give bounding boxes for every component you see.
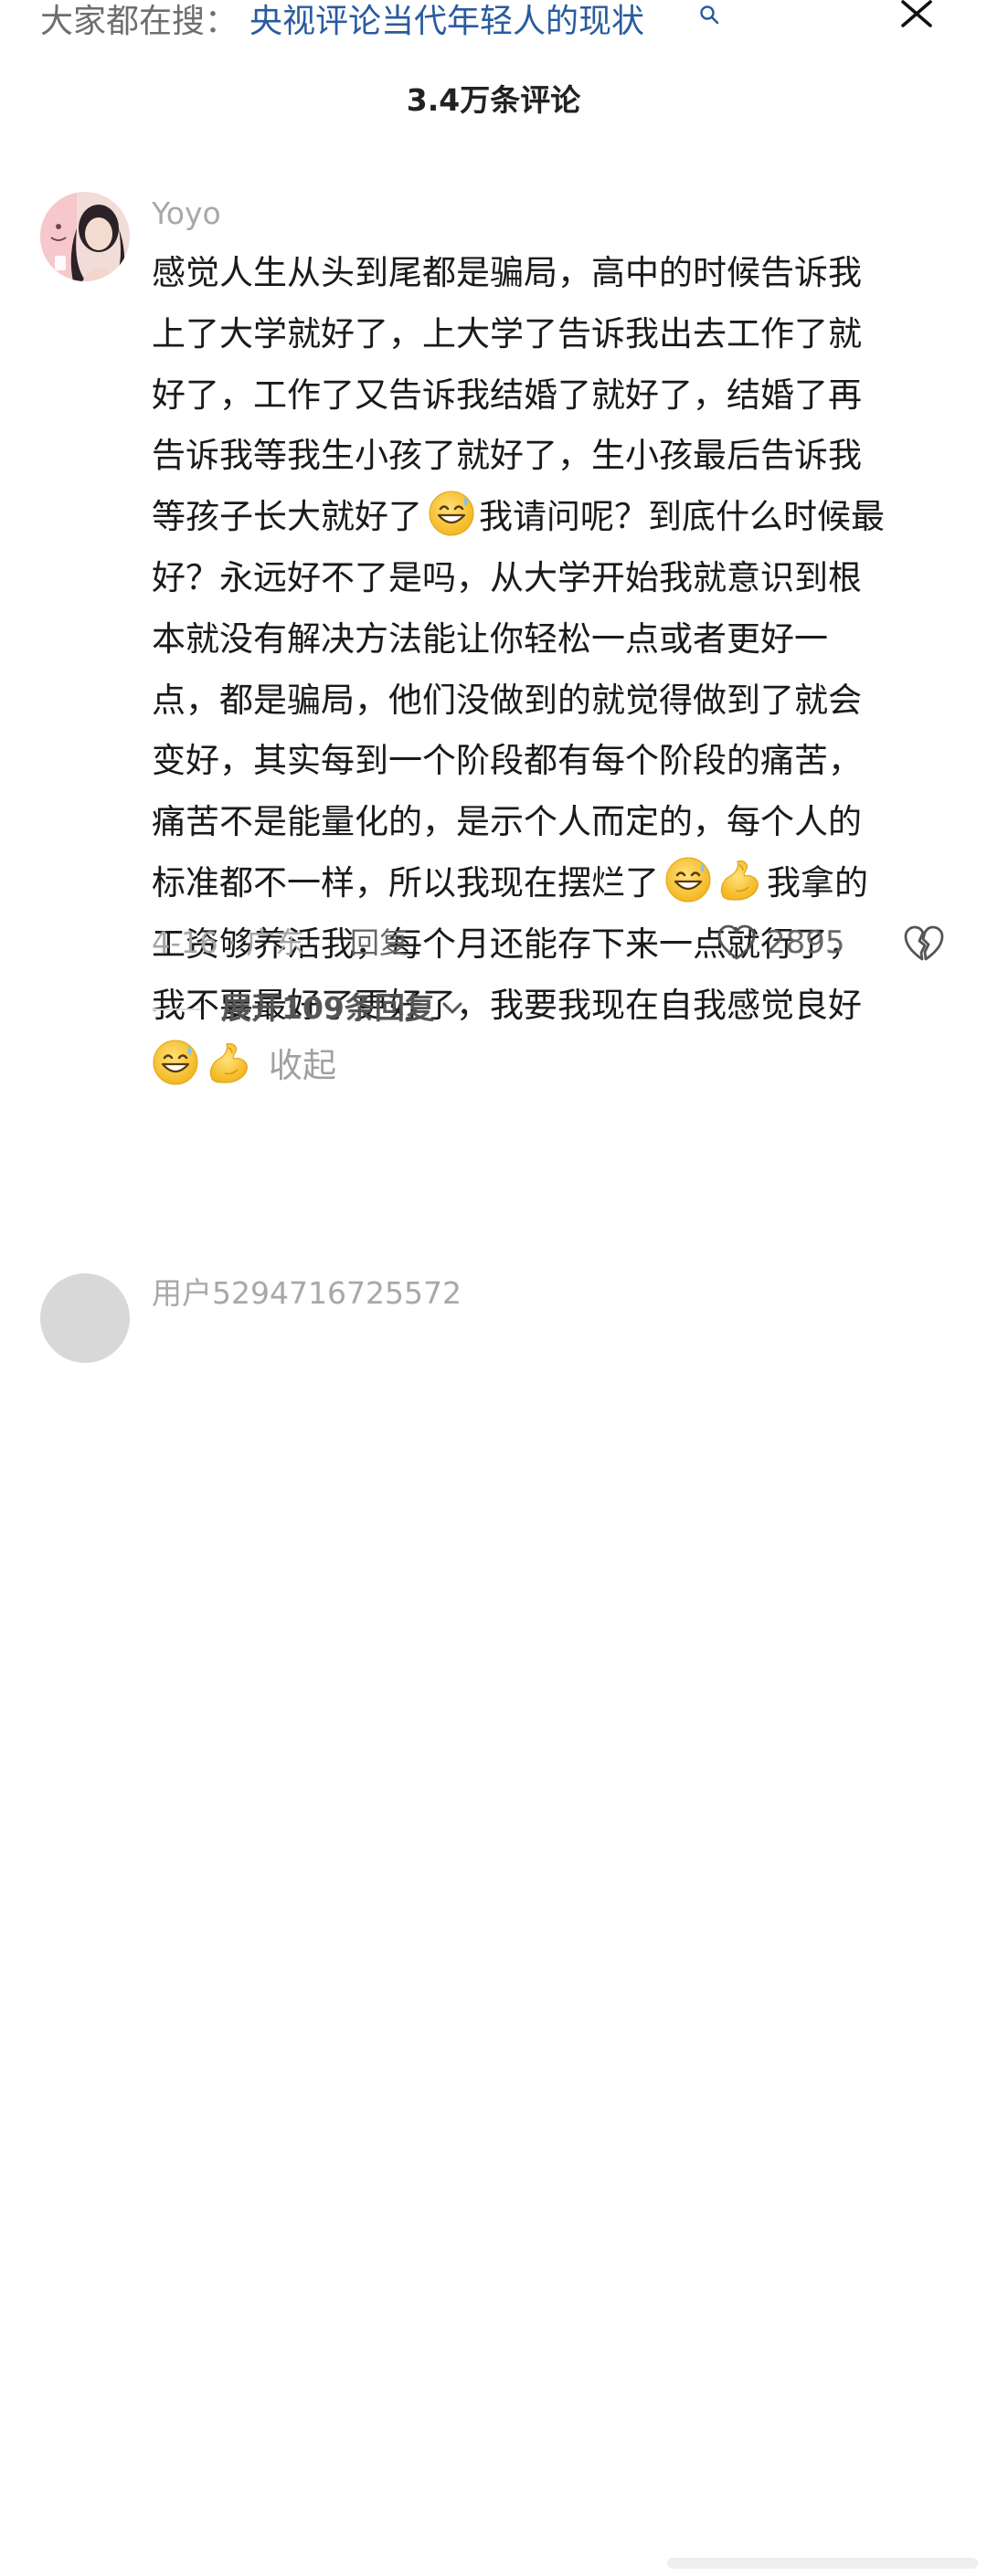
heart-outline-icon	[717, 924, 756, 960]
top-search-bar: 大家都在搜： 央视评论当代年轻人的现状	[0, 0, 987, 55]
comment-line: 痛苦不是能量化的，是示个人而定的，每个人的	[152, 802, 862, 842]
trending-search-link[interactable]: 央视评论当代年轻人的现状	[249, 0, 644, 44]
flexed-biceps-emoji	[716, 856, 763, 903]
trending-search-prefix: 大家都在搜：	[40, 3, 239, 40]
comment-line: 感觉人生从头到尾都是骗局，高中的时候告诉我	[152, 253, 862, 292]
comment-count-title: 3.4万条评论	[406, 82, 581, 118]
comment-line: 上了大学就好了，上大学了告诉我出去工作了就	[152, 313, 862, 354]
next-comment-item: 用户5294716725572	[0, 1268, 987, 2569]
grin-sweat-emoji	[664, 856, 712, 903]
comment-line: 本就没有解决方法能让你轻松一点或者更好一	[152, 618, 828, 659]
comment-username[interactable]: Yoyo	[152, 194, 221, 234]
comment-line: 告诉我等我生小孩了就好了，生小孩最后告诉我	[152, 436, 862, 476]
comment-line-part: 我拿的	[767, 862, 868, 903]
comment-line: 变好，其实每到一个阶段都有每个阶段的痛苦，	[152, 741, 862, 781]
like-count: 2895	[766, 924, 845, 961]
like-button[interactable]: 2895	[716, 921, 845, 965]
expand-replies-label: 展开109条回复	[221, 990, 435, 1026]
comment-line: 点，都是骗局，他们没做到的就觉得做到了就会	[152, 680, 862, 720]
comment-line: 标准都不一样，所以我现在摆烂了 我拿的	[152, 853, 956, 914]
expand-replies-row: 展开109条回复	[0, 987, 987, 1032]
avatar[interactable]	[40, 1273, 130, 1363]
comment-meta-row: 4-16 · 广东 回复 2895	[0, 921, 987, 966]
divider	[152, 1008, 201, 1010]
broken-heart-icon[interactable]	[903, 924, 945, 963]
expand-replies-button[interactable]: 展开109条回复	[221, 987, 464, 1030]
flexed-biceps-emoji	[205, 1039, 252, 1086]
comment-line-part: 等孩子长大就好了	[152, 497, 422, 537]
grin-sweat-emoji	[152, 1039, 199, 1086]
comment-line: 好？永远好不了是吗，从大学开始我就意识到根	[152, 557, 862, 597]
comment-line-part: 我请问呢？到底什么时候最	[479, 497, 885, 537]
chevron-down-icon	[442, 1002, 462, 1014]
comment-line: 等孩子长大就好了 我请问呢？到底什么时候最	[152, 487, 956, 548]
avatar[interactable]	[40, 192, 130, 281]
search-icon[interactable]	[698, 4, 720, 26]
collapse-link[interactable]: 收起	[269, 1046, 336, 1085]
comment-date-location: 4-16 · 广东	[152, 925, 305, 960]
comment-line-last: 收起	[152, 1036, 956, 1097]
comment-username[interactable]: 用户5294716725572	[152, 1273, 462, 1314]
grin-sweat-emoji	[428, 490, 475, 537]
comment-line-part: 标准都不一样，所以我现在摆烂了	[152, 862, 659, 903]
close-icon[interactable]	[894, 0, 939, 31]
comment-line: 好了，工作了又告诉我结婚了就好了，结婚了再	[152, 375, 862, 415]
avatar-image	[40, 192, 130, 281]
comment-body: 感觉人生从头到尾都是骗局，高中的时候告诉我 上了大学就好了，上大学了告诉我出去工…	[152, 243, 956, 1097]
reply-button[interactable]: 回复	[350, 921, 409, 965]
watermark	[667, 2558, 978, 2569]
